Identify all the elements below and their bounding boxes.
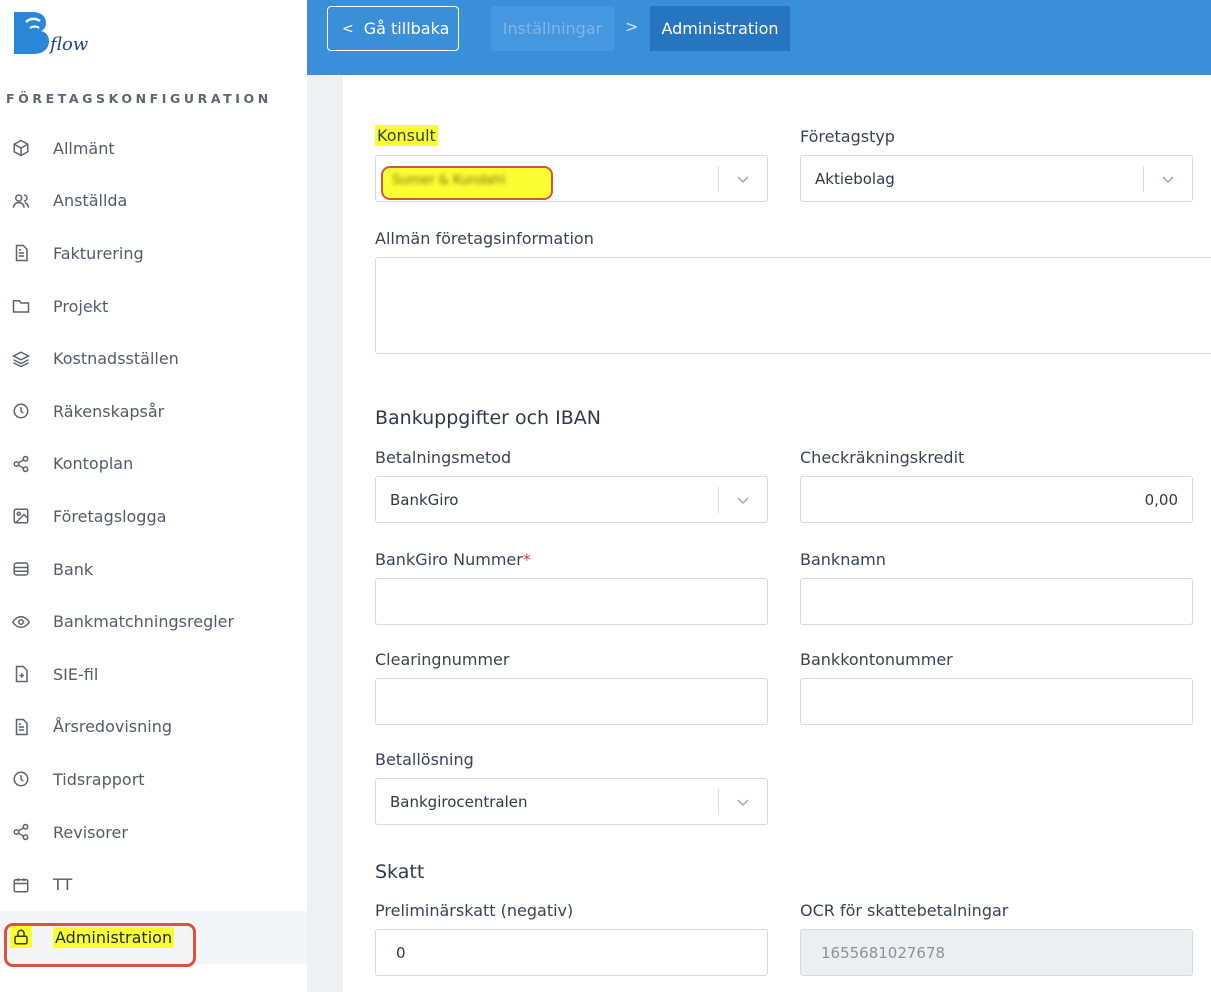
bank-section-heading: Bankuppgifter och IBAN <box>375 407 601 429</box>
sidebar-item-arsredovisning[interactable]: Årsredovisning <box>0 701 307 754</box>
clearing-input[interactable] <box>375 678 768 725</box>
clock-icon <box>10 400 32 422</box>
banknamn-label: Banknamn <box>800 550 886 569</box>
ocr-label: OCR för skattebetalningar <box>800 901 1009 920</box>
back-button-label: Gå tillbaka <box>363 19 450 38</box>
sidebar-item-projekt[interactable]: Projekt <box>0 280 307 333</box>
betallosning-label: Betallösning <box>375 750 474 769</box>
image-icon <box>10 505 32 527</box>
sidebar-item-label: Allmänt <box>53 138 115 158</box>
checkkredit-label: Checkräkningskredit <box>800 448 965 467</box>
annotation-ring-administration <box>4 923 196 967</box>
brand-logo[interactable]: flow <box>12 8 102 58</box>
sidebar-item-kostnadsstallen[interactable]: Kostnadsställen <box>0 332 307 385</box>
chevron-left-icon: < <box>342 20 354 37</box>
folder-icon <box>10 295 32 317</box>
sidebar-item-tidsrapport[interactable]: Tidsrapport <box>0 753 307 806</box>
eye-icon <box>10 611 32 633</box>
sidebar-item-label: Räkenskapsår <box>53 401 165 421</box>
konsult-value: Sumer & Kundahl <box>392 173 506 188</box>
prelskatt-input[interactable]: 0 <box>375 929 768 976</box>
document-icon <box>10 716 32 738</box>
sidebar-item-label: Kontoplan <box>53 454 134 474</box>
clearing-label: Clearingnummer <box>375 650 510 669</box>
betallosning-select[interactable]: Bankgirocentralen <box>375 778 768 825</box>
required-asterisk: * <box>522 550 531 569</box>
sidebar: flow FÖRETAGSKONFIGURATION Allmänt Anstä… <box>0 0 307 992</box>
sidebar-item-foretagslogga[interactable]: Företagslogga <box>0 490 307 543</box>
betalningsmetod-select[interactable]: BankGiro <box>375 476 768 523</box>
section-title: FÖRETAGSKONFIGURATION <box>6 91 272 106</box>
chevron-down-icon <box>719 795 767 809</box>
sidebar-nav: Allmänt Anställda Fakturering Projekt Ko… <box>0 122 307 964</box>
sidebar-item-label: Bankmatchningsregler <box>53 612 235 632</box>
bankgiro-input[interactable] <box>375 578 768 625</box>
sidebar-item-label: Bank <box>53 559 94 579</box>
users-icon <box>10 190 32 212</box>
sidebar-item-anstallda[interactable]: Anställda <box>0 175 307 228</box>
chevron-down-icon <box>1144 172 1192 186</box>
sidebar-item-label: Tidsrapport <box>53 769 145 789</box>
back-button[interactable]: < Gå tillbaka <box>327 6 459 51</box>
chevron-right-icon: > <box>625 17 639 36</box>
foretagstyp-select[interactable]: Aktiebolag <box>800 155 1193 202</box>
betalningsmetod-label: Betalningsmetod <box>375 448 512 467</box>
prelskatt-label: Preliminärskatt (negativ) <box>375 901 574 920</box>
layers-icon <box>10 348 32 370</box>
document-icon <box>10 242 32 264</box>
sidebar-item-bank[interactable]: Bank <box>0 543 307 596</box>
sidebar-item-kontoplan[interactable]: Kontoplan <box>0 438 307 491</box>
sidebar-item-label: Årsredovisning <box>53 717 173 737</box>
company-info-textarea[interactable] <box>375 257 1211 354</box>
company-info-label: Allmän företagsinformation <box>375 229 594 248</box>
sidebar-item-label: TT <box>53 875 73 895</box>
sidebar-item-label: Anställda <box>53 191 128 211</box>
bankgiro-label: BankGiro Nummer* <box>375 550 531 569</box>
sidebar-item-rakenskapsar[interactable]: Räkenskapsår <box>0 385 307 438</box>
sidebar-item-label: Företagslogga <box>53 506 167 526</box>
sidebar-item-tt[interactable]: TT <box>0 858 307 911</box>
kontonummer-input[interactable] <box>800 678 1193 725</box>
share-icon <box>10 453 32 475</box>
database-icon <box>10 558 32 580</box>
chevron-down-icon <box>719 172 767 186</box>
breadcrumb-administration[interactable]: Administration <box>650 6 790 51</box>
file-plus-icon <box>10 663 32 685</box>
calendar-icon <box>10 874 32 896</box>
sidebar-item-label: SIE-fil <box>53 664 99 684</box>
sidebar-item-revisorer[interactable]: Revisorer <box>0 806 307 859</box>
sidebar-item-allmant[interactable]: Allmänt <box>0 122 307 175</box>
ocr-input: 1655681027678 <box>800 929 1193 976</box>
sidebar-item-label: Projekt <box>53 296 109 316</box>
checkkredit-input[interactable]: 0,00 <box>800 476 1193 523</box>
kontonummer-label: Bankkontonummer <box>800 650 953 669</box>
top-bar: < Gå tillbaka Inställningar > Administra… <box>307 0 1211 75</box>
svg-text:flow: flow <box>48 34 89 55</box>
sidebar-item-label: Revisorer <box>53 822 128 842</box>
sidebar-item-fakturering[interactable]: Fakturering <box>0 227 307 280</box>
sidebar-item-sie-fil[interactable]: SIE-fil <box>0 648 307 701</box>
skatt-section-heading: Skatt <box>375 861 425 883</box>
foretagstyp-label: Företagstyp <box>800 127 895 146</box>
settings-form-card <box>343 75 1211 992</box>
sidebar-item-label: Fakturering <box>53 243 144 263</box>
cube-icon <box>10 137 32 159</box>
sidebar-item-label: Kostnadsställen <box>53 349 179 369</box>
chevron-down-icon <box>719 493 767 507</box>
sidebar-item-bankmatchningsregler[interactable]: Bankmatchningsregler <box>0 595 307 648</box>
banknamn-input[interactable] <box>800 578 1193 625</box>
breadcrumb-settings[interactable]: Inställningar <box>491 6 614 51</box>
clock-icon <box>10 768 32 790</box>
share-icon <box>10 821 32 843</box>
konsult-label: Konsult <box>375 125 438 146</box>
